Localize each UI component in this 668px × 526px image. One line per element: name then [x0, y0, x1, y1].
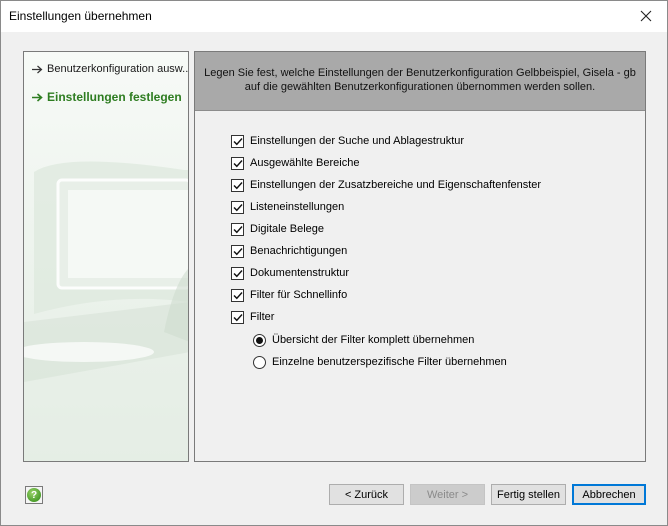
checkmark-icon	[233, 159, 243, 167]
radio-button[interactable]	[253, 355, 266, 369]
option-search-storage[interactable]: Einstellungen der Suche und Ablagestrukt…	[231, 133, 464, 149]
option-label: Filter	[250, 311, 275, 323]
wizard-steps-panel: Benutzerkonfiguration ausw... Einstellun…	[23, 51, 189, 462]
option-label: Benachrichtigungen	[250, 245, 348, 257]
radio-filter-overview[interactable]: Übersicht der Filter komplett übernehmen	[253, 332, 474, 348]
checkmark-icon	[233, 137, 243, 145]
arrow-right-icon	[32, 92, 43, 102]
step-define-settings: Einstellungen festlegen	[32, 90, 182, 104]
checkbox[interactable]	[231, 134, 244, 148]
help-button[interactable]: ?	[25, 486, 43, 504]
radio-filter-individual[interactable]: Einzelne benutzerspezifische Filter über…	[253, 354, 507, 370]
checkmark-icon	[233, 313, 243, 321]
arrow-right-icon	[32, 65, 43, 73]
option-selected-areas[interactable]: Ausgewählte Bereiche	[231, 155, 359, 171]
radio-label: Einzelne benutzerspezifische Filter über…	[272, 356, 507, 368]
option-additional-areas[interactable]: Einstellungen der Zusatzbereiche und Eig…	[231, 177, 541, 193]
cancel-button[interactable]: Abbrechen	[572, 484, 646, 505]
checkmark-icon	[233, 203, 243, 211]
close-icon	[640, 10, 652, 22]
finish-button[interactable]: Fertig stellen	[491, 484, 566, 505]
settings-panel: Legen Sie fest, welche Einstellungen der…	[194, 51, 646, 462]
next-button[interactable]: Weiter >	[410, 484, 485, 505]
checkmark-icon	[233, 225, 243, 233]
close-button[interactable]	[625, 1, 667, 31]
checkbox[interactable]	[231, 244, 244, 258]
option-label: Ausgewählte Bereiche	[250, 157, 360, 169]
radio-button[interactable]	[253, 333, 266, 347]
option-label: Listeneinstellungen	[250, 201, 345, 213]
checkbox[interactable]	[231, 310, 244, 324]
instruction-header: Legen Sie fest, welche Einstellungen der…	[195, 52, 645, 111]
checkbox[interactable]	[231, 178, 244, 192]
option-notifications[interactable]: Benachrichtigungen	[231, 243, 347, 259]
checkbox[interactable]	[231, 156, 244, 170]
window-title: Einstellungen übernehmen	[9, 9, 152, 23]
option-document-structure[interactable]: Dokumentenstruktur	[231, 265, 349, 281]
option-label: Dokumentenstruktur	[250, 267, 350, 279]
option-label: Einstellungen der Zusatzbereiche und Eig…	[250, 179, 542, 191]
option-digital-receipts[interactable]: Digitale Belege	[231, 221, 324, 237]
back-button[interactable]: < Zurück	[329, 484, 404, 505]
title-bar: Einstellungen übernehmen	[1, 1, 667, 32]
option-label: Einstellungen der Suche und Ablagestrukt…	[250, 135, 465, 147]
step-select-configuration: Benutzerkonfiguration ausw...	[32, 63, 189, 75]
radio-label: Übersicht der Filter komplett übernehmen	[272, 334, 475, 346]
checkmark-icon	[233, 291, 243, 299]
checkbox[interactable]	[231, 288, 244, 302]
checkmark-icon	[233, 181, 243, 189]
dialog-window: Einstellungen übernehmen Benutzerkonfigu…	[0, 0, 668, 526]
help-icon: ?	[27, 488, 41, 502]
checkmark-icon	[233, 247, 243, 255]
monitor-illustration	[24, 161, 188, 461]
checkmark-icon	[233, 269, 243, 277]
option-filter[interactable]: Filter	[231, 309, 274, 325]
checkbox[interactable]	[231, 200, 244, 214]
step-label: Benutzerkonfiguration ausw...	[47, 63, 189, 75]
option-label: Filter für Schnellinfo	[250, 289, 348, 301]
option-label: Digitale Belege	[250, 223, 324, 235]
radio-selected-dot	[256, 336, 263, 344]
step-label-active: Einstellungen festlegen	[47, 90, 182, 104]
option-quickinfo-filter[interactable]: Filter für Schnellinfo	[231, 287, 347, 303]
option-list-settings[interactable]: Listeneinstellungen	[231, 199, 344, 215]
checkbox[interactable]	[231, 222, 244, 236]
checkbox[interactable]	[231, 266, 244, 280]
